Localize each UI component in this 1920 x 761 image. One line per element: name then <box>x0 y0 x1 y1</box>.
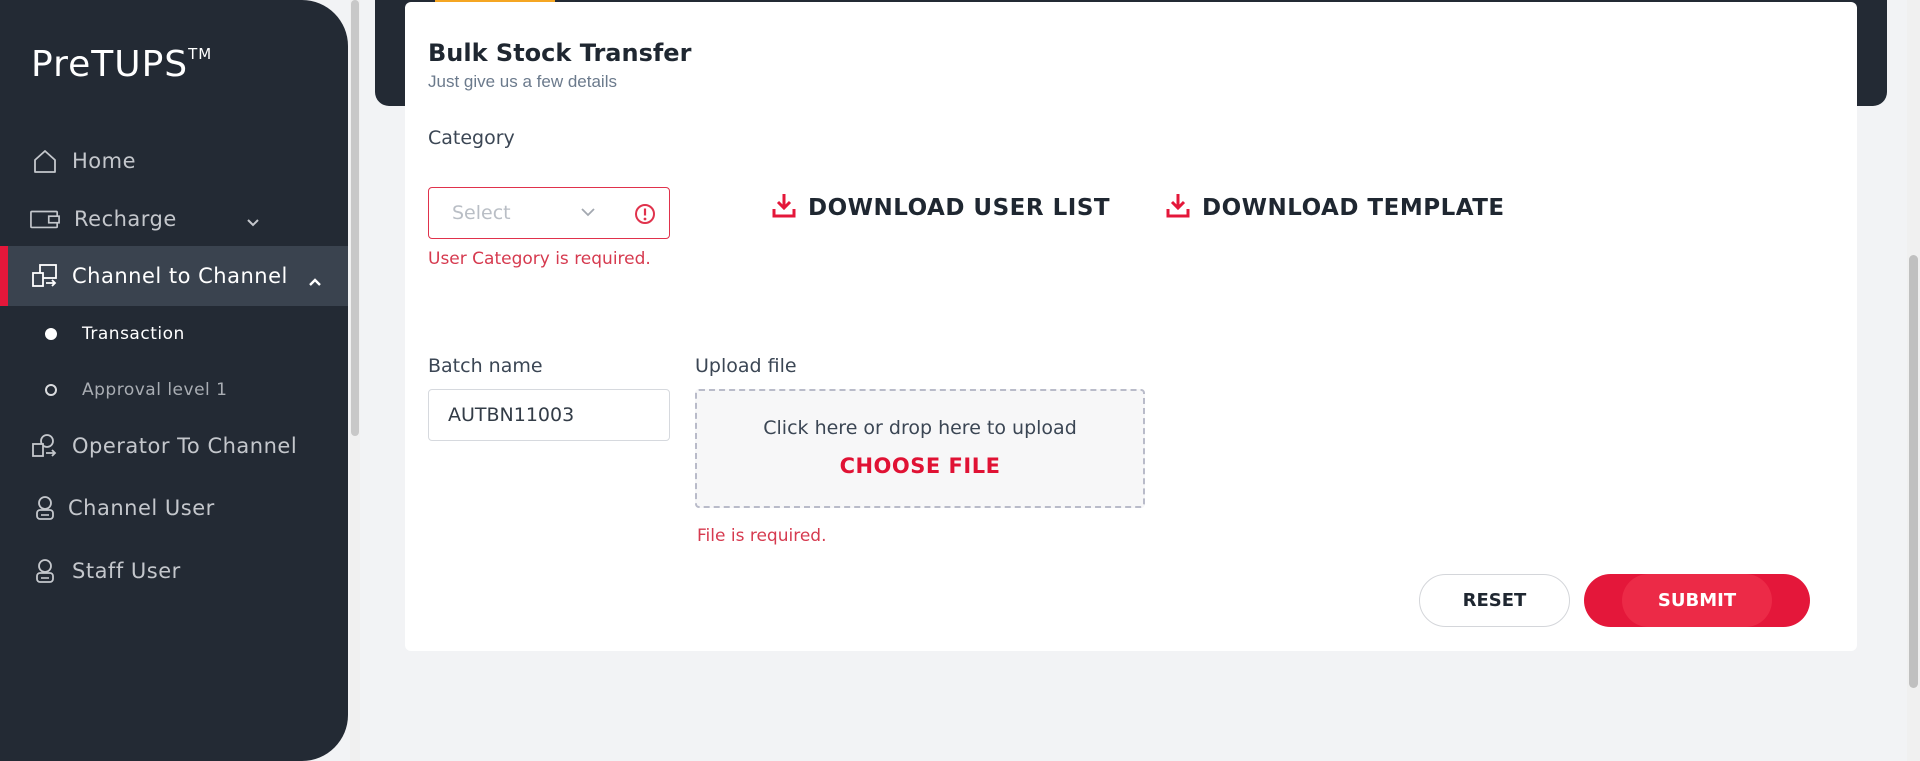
page-scrollbar[interactable] <box>1907 0 1920 761</box>
page-subtitle: Just give us a few details <box>428 72 617 91</box>
error-icon <box>634 203 656 230</box>
download-user-list-label: DOWNLOAD USER LIST <box>808 195 1111 221</box>
upload-hint: Click here or drop here to upload <box>763 417 1077 439</box>
chevron-up-icon[interactable] <box>308 268 322 292</box>
sidebar-item-label: Recharge <box>74 207 177 231</box>
app-logo: PreTUPSTM <box>31 44 213 85</box>
category-placeholder: Select <box>452 202 511 224</box>
user-icon <box>30 556 60 586</box>
transfer-icon <box>30 261 60 291</box>
bulk-stock-transfer-card: Bulk Stock Transfer Just give us a few d… <box>405 2 1857 651</box>
download-icon <box>1166 192 1190 224</box>
bullet-filled-icon <box>45 328 57 340</box>
download-icon <box>772 192 796 224</box>
sidebar-subitem-label: Approval level 1 <box>82 380 228 400</box>
download-template-button[interactable]: DOWNLOAD TEMPLATE <box>1166 192 1505 224</box>
operator-transfer-icon <box>30 431 60 461</box>
category-label: Category <box>428 127 515 149</box>
bullet-empty-icon <box>45 384 57 396</box>
submit-button[interactable]: SUBMIT <box>1584 574 1810 627</box>
sidebar-item-staff-user[interactable]: Staff User <box>0 541 348 601</box>
sidebar-item-channel-user[interactable]: Channel User <box>0 478 348 538</box>
file-error: File is required. <box>697 526 827 546</box>
chevron-down-icon[interactable] <box>246 209 260 233</box>
sidebar-scrollbar[interactable] <box>350 0 360 761</box>
sidebar-item-home[interactable]: Home <box>0 131 348 191</box>
batch-name-input[interactable]: AUTBN11003 <box>428 389 670 441</box>
user-icon <box>30 493 60 523</box>
sidebar-subitem-approval-level-1[interactable]: Approval level 1 <box>0 370 348 410</box>
chevron-down-icon <box>579 203 597 226</box>
wallet-icon <box>30 204 60 234</box>
sidebar-item-label: Channel User <box>68 496 215 520</box>
category-error: User Category is required. <box>428 249 651 269</box>
download-template-label: DOWNLOAD TEMPLATE <box>1202 195 1505 221</box>
category-select[interactable]: Select <box>428 187 670 239</box>
reset-button[interactable]: RESET <box>1419 574 1570 627</box>
sidebar-subitem-label: Transaction <box>82 324 185 344</box>
home-icon <box>30 146 60 176</box>
file-upload-dropzone[interactable]: Click here or drop here to upload CHOOSE… <box>695 389 1145 508</box>
sidebar: PreTUPSTM Home Recharge Channel to Chann… <box>0 0 348 761</box>
page-title: Bulk Stock Transfer <box>428 39 692 67</box>
sidebar-item-label: Operator To Channel <box>72 434 298 458</box>
page-scrollbar-thumb[interactable] <box>1909 255 1918 688</box>
choose-file-button[interactable]: CHOOSE FILE <box>697 454 1143 478</box>
sidebar-item-recharge[interactable]: Recharge <box>0 189 348 249</box>
upload-file-label: Upload file <box>695 355 797 377</box>
submit-label: SUBMIT <box>1657 590 1737 611</box>
sidebar-item-channel-to-channel[interactable]: Channel to Channel <box>0 246 348 306</box>
batch-name-label: Batch name <box>428 355 543 377</box>
sidebar-scrollbar-thumb[interactable] <box>351 0 359 436</box>
sidebar-subitem-transaction[interactable]: Transaction <box>0 314 348 354</box>
sidebar-item-label: Channel to Channel <box>72 264 288 288</box>
sidebar-item-label: Home <box>72 149 137 173</box>
sidebar-item-operator-to-channel[interactable]: Operator To Channel <box>0 416 348 476</box>
sidebar-item-label: Staff User <box>72 559 181 583</box>
download-user-list-button[interactable]: DOWNLOAD USER LIST <box>772 192 1110 224</box>
